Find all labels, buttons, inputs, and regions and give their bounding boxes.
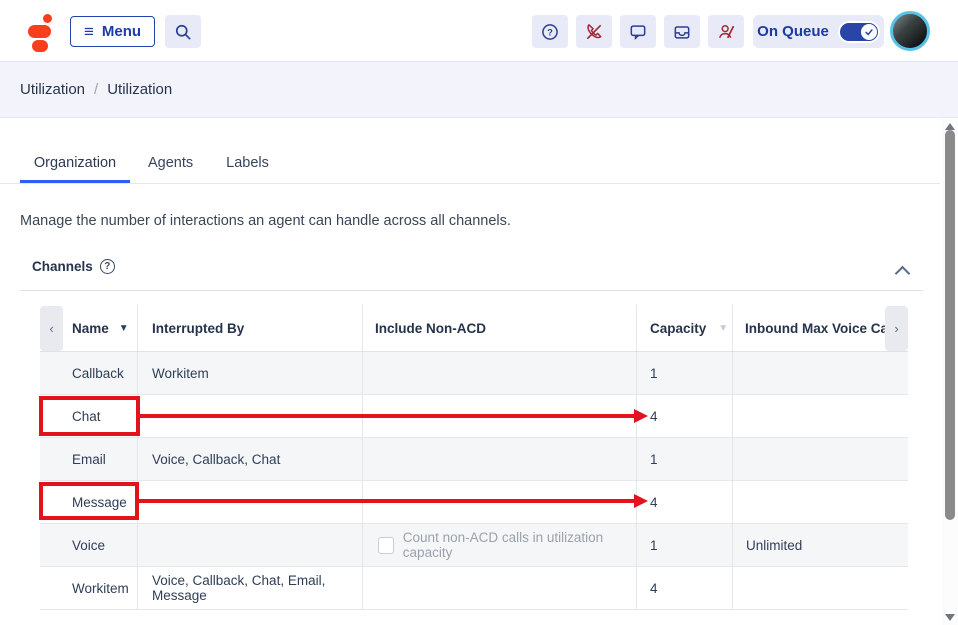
table-row-message: Message 4 [40, 481, 908, 524]
help-icon: ? [540, 22, 560, 42]
cell-name: Message [40, 481, 138, 523]
cell-interrupted-by[interactable] [138, 481, 363, 523]
help-button[interactable]: ? [532, 15, 568, 48]
tab-bar: Organization Agents Labels [0, 146, 940, 184]
cell-include-non-acd [363, 481, 637, 523]
cell-inbound-max [733, 481, 908, 523]
chevron-left-icon: ‹ [49, 321, 53, 336]
cell-include-non-acd [363, 352, 637, 394]
cell-capacity[interactable]: 1 [637, 352, 733, 394]
cell-include-non-acd: Count non-ACD calls in utilization capac… [363, 524, 637, 566]
chat-icon [628, 22, 648, 42]
page-description: Manage the number of interactions an age… [20, 213, 511, 229]
cell-capacity[interactable]: 4 [637, 395, 733, 437]
phone-disabled-button[interactable] [576, 15, 612, 48]
cell-interrupted-by[interactable]: Voice, Callback, Chat [138, 438, 363, 480]
column-header-interrupted-by: Interrupted By [138, 305, 363, 351]
on-queue-toggle[interactable]: On Queue [753, 15, 884, 48]
on-queue-label: On Queue [757, 23, 829, 40]
cell-name: Voice [40, 524, 138, 566]
on-queue-switch[interactable] [838, 21, 880, 43]
cell-name: Callback [40, 352, 138, 394]
cell-interrupted-by[interactable] [138, 395, 363, 437]
vertical-scrollbar[interactable] [942, 118, 958, 625]
scroll-columns-left-button[interactable]: ‹ [40, 306, 63, 351]
tab-labels[interactable]: Labels [226, 146, 269, 183]
scroll-columns-right-button[interactable]: › [885, 306, 908, 351]
hamburger-icon: ≡ [84, 23, 94, 40]
count-non-acd-checkbox[interactable] [378, 537, 394, 554]
channels-table: ‹ Name ▼ Interrupted By Include Non-ACD … [40, 305, 908, 610]
collapse-section-icon[interactable] [895, 266, 911, 282]
sort-descending-icon[interactable]: ▼ [119, 323, 129, 334]
cell-interrupted-by[interactable]: Voice, Callback, Chat, Email, Message [138, 567, 363, 609]
cell-interrupted-by[interactable] [138, 524, 363, 566]
column-header-inbound-max-voice-calls: Inbound Max Voice Calls [733, 305, 908, 351]
genesys-logo-icon[interactable] [28, 13, 54, 53]
user-avatar[interactable] [890, 11, 930, 51]
cell-name: Workitem [40, 567, 138, 609]
table-row-voice: Voice Count non-ACD calls in utilization… [40, 524, 908, 567]
svg-text:?: ? [547, 27, 553, 37]
table-row-email: Email Voice, Callback, Chat 1 [40, 438, 908, 481]
menu-button[interactable]: ≡ Menu [70, 16, 155, 47]
cell-inbound-max [733, 567, 908, 609]
inbox-icon [672, 22, 692, 42]
search-icon [173, 22, 193, 42]
cell-capacity[interactable]: 1 [637, 524, 733, 566]
cell-inbound-max [733, 352, 908, 394]
channels-help-icon[interactable]: ? [100, 259, 115, 274]
cell-include-non-acd [363, 438, 637, 480]
person-disabled-icon [716, 22, 736, 42]
table-row-workitem: Workitem Voice, Callback, Chat, Email, M… [40, 567, 908, 610]
channels-title: Channels [32, 259, 93, 274]
cell-capacity[interactable]: 4 [637, 567, 733, 609]
cell-interrupted-by[interactable]: Workitem [138, 352, 363, 394]
column-header-capacity[interactable]: Capacity ▼ [637, 305, 733, 351]
main-content: Organization Agents Labels Manage the nu… [0, 118, 958, 625]
menu-button-label: Menu [102, 23, 141, 40]
breadcrumb: Utilization / Utilization [0, 62, 958, 118]
table-header-row: ‹ Name ▼ Interrupted By Include Non-ACD … [40, 305, 908, 352]
search-button[interactable] [165, 15, 201, 48]
inbox-button[interactable] [664, 15, 700, 48]
table-row-chat: Chat 4 [40, 395, 908, 438]
cell-include-non-acd [363, 567, 637, 609]
table-row-callback: Callback Workitem 1 [40, 352, 908, 395]
phone-disabled-icon [584, 22, 604, 42]
chat-button[interactable] [620, 15, 656, 48]
breadcrumb-separator: / [94, 81, 98, 98]
cell-capacity[interactable]: 4 [637, 481, 733, 523]
breadcrumb-item-utilization[interactable]: Utilization [20, 81, 85, 98]
breadcrumb-item-current: Utilization [107, 81, 172, 98]
cell-inbound-max [733, 395, 908, 437]
cell-include-non-acd [363, 395, 637, 437]
scroll-down-arrow-icon[interactable] [945, 614, 955, 621]
scrollbar-thumb[interactable] [945, 130, 955, 520]
cell-capacity[interactable]: 1 [637, 438, 733, 480]
cell-inbound-max [733, 438, 908, 480]
top-bar: ≡ Menu ? On Queue [0, 0, 958, 62]
scroll-up-arrow-icon[interactable] [945, 123, 955, 130]
count-non-acd-label: Count non-ACD calls in utilization capac… [403, 530, 636, 560]
person-disabled-button[interactable] [708, 15, 744, 48]
sort-inactive-icon[interactable]: ▼ [718, 323, 728, 334]
tab-organization[interactable]: Organization [20, 146, 130, 183]
section-divider [20, 290, 923, 291]
column-header-include-non-acd: Include Non-ACD [363, 305, 637, 351]
channels-section-header: Channels ? [32, 259, 115, 274]
cell-inbound-max[interactable]: Unlimited [733, 524, 908, 566]
cell-name: Email [40, 438, 138, 480]
tab-agents[interactable]: Agents [148, 146, 193, 183]
toggle-check-icon [861, 24, 877, 40]
chevron-right-icon: › [894, 321, 898, 336]
cell-name: Chat [40, 395, 138, 437]
